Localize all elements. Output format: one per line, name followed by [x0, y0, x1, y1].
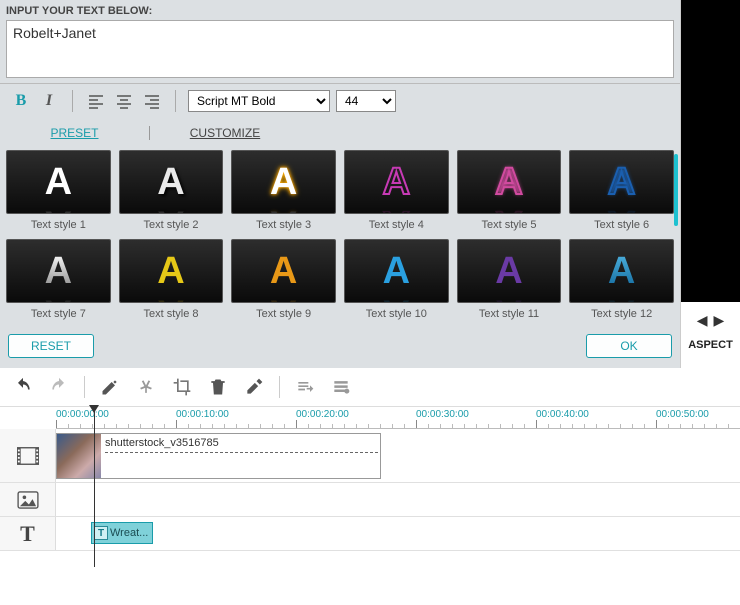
edit-button[interactable] [97, 374, 123, 400]
text-style-1[interactable]: AA [6, 150, 111, 214]
text-style-6[interactable]: AA [569, 150, 674, 214]
text-style-12[interactable]: AA [569, 239, 674, 303]
next-arrow-icon[interactable]: ▶ [714, 312, 725, 329]
text-clip-label: Wreat... [110, 527, 148, 539]
style-label: Text style 1 [6, 219, 111, 231]
ruler-tick-label: 00:00:30:00 [416, 409, 469, 420]
style-label: Text style 12 [569, 308, 674, 320]
align-right-button[interactable] [141, 90, 163, 112]
style-label: Text style 4 [344, 219, 449, 231]
text-style-7[interactable]: AA [6, 239, 111, 303]
settings-button[interactable] [328, 374, 354, 400]
style-label: Text style 11 [457, 308, 562, 320]
align-center-button[interactable] [113, 90, 135, 112]
timeline-toolbar [0, 368, 740, 407]
bold-button[interactable]: B [10, 90, 32, 112]
style-label: Text style 2 [119, 219, 224, 231]
style-label: Text style 7 [6, 308, 111, 320]
style-label: Text style 3 [231, 219, 336, 231]
video-clip[interactable]: shutterstock_v3516785 [56, 433, 381, 479]
ruler-tick-label: 00:00:10:00 [176, 409, 229, 420]
tab-row: PRESET CUSTOMIZE [0, 118, 680, 150]
split-button[interactable] [133, 374, 159, 400]
clip-audio-line [105, 452, 378, 453]
separator [72, 90, 73, 112]
style-label: Text style 9 [231, 308, 336, 320]
image-track [0, 483, 740, 517]
tab-customize[interactable]: CUSTOMIZE [190, 126, 260, 140]
text-style-10[interactable]: AA [344, 239, 449, 303]
ruler-tick-label: 00:00:20:00 [296, 409, 349, 420]
text-style-11[interactable]: AA [457, 239, 562, 303]
ruler-tick-label: 00:00:40:00 [536, 409, 589, 420]
text-style-5[interactable]: AA [457, 150, 562, 214]
video-track: shutterstock_v3516785 [0, 429, 740, 483]
crop-button[interactable] [169, 374, 195, 400]
text-track: T T Wreat... [0, 517, 740, 551]
delete-button[interactable] [205, 374, 231, 400]
style-label: Text style 10 [344, 308, 449, 320]
undo-button[interactable] [10, 374, 36, 400]
style-label: Text style 5 [457, 219, 562, 231]
ok-button[interactable]: OK [586, 334, 672, 358]
text-clip[interactable]: T Wreat... [91, 522, 153, 544]
video-track-head [0, 429, 56, 482]
text-clip-icon: T [94, 526, 108, 540]
italic-button[interactable]: I [38, 90, 60, 112]
font-family-select[interactable]: Script MT Bold [188, 90, 330, 112]
text-style-4[interactable]: AA [344, 150, 449, 214]
preview-viewport [681, 0, 740, 302]
text-track-head: T [0, 517, 56, 550]
color-picker-button[interactable] [241, 374, 267, 400]
image-track-head [0, 483, 56, 516]
prev-arrow-icon[interactable]: ◀ [697, 312, 708, 329]
separator [84, 376, 85, 398]
clip-name: shutterstock_v3516785 [105, 437, 219, 449]
ruler-tick-label: 00:00:00:00 [56, 409, 109, 420]
font-size-select[interactable]: 44 [336, 90, 396, 112]
text-style-3[interactable]: AA [231, 150, 336, 214]
tab-preset[interactable]: PRESET [50, 126, 98, 140]
redo-button[interactable] [46, 374, 72, 400]
ruler-tick-label: 00:00:50:00 [656, 409, 709, 420]
text-style-8[interactable]: AA [119, 239, 224, 303]
reset-button[interactable]: RESET [8, 334, 94, 358]
export-button[interactable] [292, 374, 318, 400]
style-label: Text style 8 [119, 308, 224, 320]
timeline-ruler[interactable]: 00:00:00:00 00:00:10:00 00:00:20:00 00:0… [56, 407, 740, 429]
playhead[interactable] [94, 407, 95, 567]
text-style-2[interactable]: AA [119, 150, 224, 214]
text-styles-grid: AA Text style 1 AA Text style 2 AA Text sty… [6, 150, 674, 320]
image-icon [17, 491, 39, 509]
align-left-button[interactable] [85, 90, 107, 112]
aspect-label: ASPECT [681, 333, 740, 357]
film-icon [17, 447, 39, 465]
text-input[interactable]: Robelt+Janet [6, 20, 674, 78]
input-header-label: INPUT YOUR TEXT BELOW: [6, 2, 674, 20]
styles-scrollbar[interactable] [674, 154, 678, 226]
format-toolbar: B I Script MT Bold 44 [0, 83, 680, 118]
separator [279, 376, 280, 398]
text-style-9[interactable]: AA [231, 239, 336, 303]
separator [175, 90, 176, 112]
style-label: Text style 6 [569, 219, 674, 231]
